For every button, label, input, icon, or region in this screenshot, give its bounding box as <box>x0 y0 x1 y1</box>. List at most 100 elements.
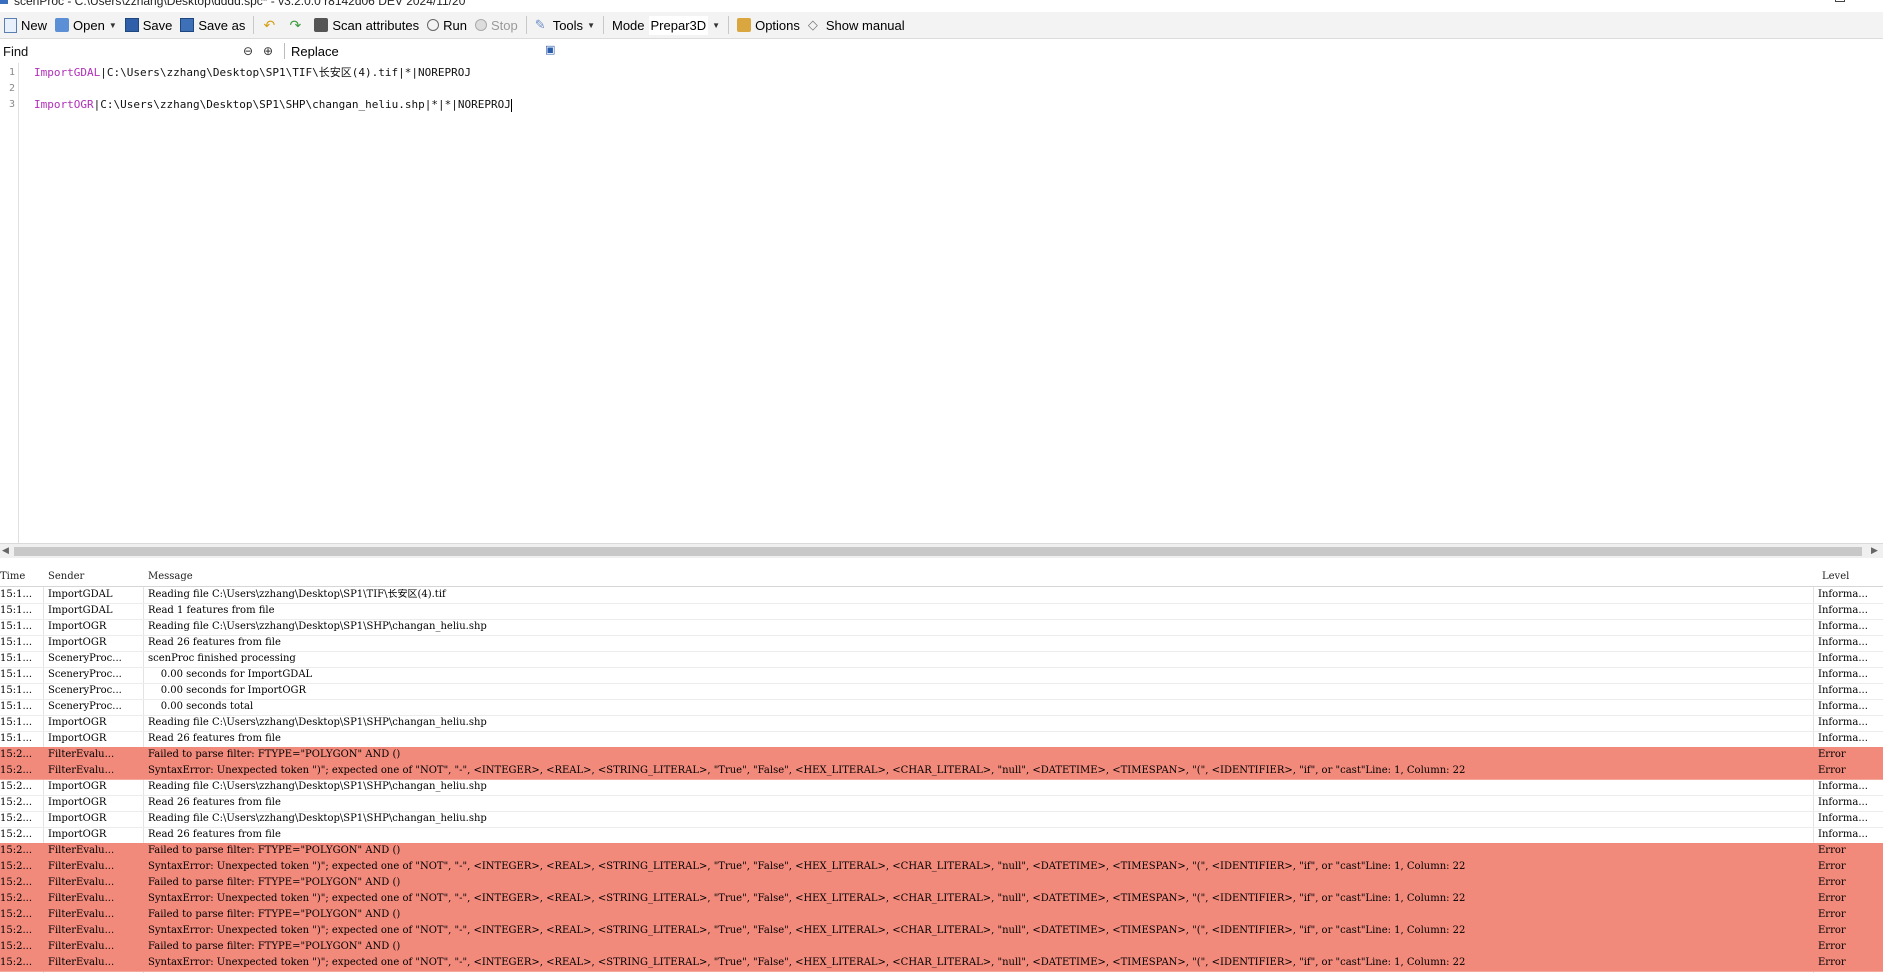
log-time-cell: 15:2... <box>0 877 32 888</box>
find-next-icon[interactable]: ⊕ <box>261 44 275 58</box>
find-options-icon[interactable]: ▣ <box>545 43 559 57</box>
log-time-cell: 15:2... <box>0 957 32 968</box>
log-row[interactable]: 15:2... FilterEvalu... Failed to parse fil… <box>0 907 1883 924</box>
log-row[interactable]: 15:2... FilterEvalu... SyntaxError: Unexpe… <box>0 923 1883 940</box>
column-header-time[interactable]: Time <box>0 571 25 582</box>
log-header: Time Sender Message Level <box>0 568 1883 587</box>
maximize-icon[interactable] <box>1835 0 1845 2</box>
open-button[interactable]: Open ▼ <box>51 14 121 36</box>
log-time-cell: 15:2... <box>0 797 32 808</box>
log-message-cell: Read 26 features from file <box>148 829 281 840</box>
log-row[interactable]: 15:2... FilterEvalu... SyntaxError: Unexpe… <box>0 891 1883 908</box>
scrollbar-thumb[interactable] <box>14 547 1862 556</box>
log-time-cell: 15:2... <box>0 765 32 776</box>
log-sender-cell: ImportOGR <box>48 637 107 648</box>
open-folder-icon <box>55 18 70 32</box>
run-label: Run <box>443 17 467 33</box>
mode-value[interactable]: Prepar3D <box>648 15 709 35</box>
log-row[interactable]: 15:2... FilterEvalu... Failed to parse fil… <box>0 939 1883 956</box>
log-row[interactable]: 15:1... ImportGDAL Read 1 features from fi… <box>0 603 1883 620</box>
log-message-cell: SyntaxError: Unexpected token ")"; expec… <box>148 861 1466 872</box>
log-time-cell: 15:2... <box>0 941 32 952</box>
log-row[interactable]: 15:2... FilterEvalu... Failed to parse fil… <box>0 747 1883 764</box>
log-row[interactable]: 15:1... SceneryProc... 0.00 seconds total… <box>0 699 1883 716</box>
code-line[interactable]: ImportOGR|C:\Users\zzhang\Desktop\SP1\SH… <box>34 97 512 113</box>
scroll-right-icon[interactable]: ▶ <box>1871 545 1878 556</box>
log-sender-cell: FilterEvalu... <box>48 893 115 904</box>
pane-splitter[interactable] <box>0 558 1883 568</box>
log-message-cell: Failed to parse filter: FTYPE="POLYGON" … <box>148 845 401 856</box>
editor-horizontal-scrollbar[interactable]: ◀ ▶ <box>0 543 1883 559</box>
mode-dropdown-icon[interactable]: ▼ <box>712 21 720 30</box>
redo-button[interactable]: ↷ <box>284 14 310 36</box>
undo-button[interactable]: ↶ <box>258 14 284 36</box>
log-message-cell: 0.00 seconds for ImportOGR <box>148 685 307 696</box>
options-button[interactable]: Options <box>733 14 804 36</box>
stop-button[interactable]: Stop <box>471 14 522 36</box>
run-button[interactable]: Run <box>423 14 471 36</box>
log-level-cell: Informa... <box>1818 701 1868 712</box>
find-input[interactable] <box>0 41 238 61</box>
log-row[interactable]: 15:2... ImportOGR Reading file C:\Users\zz… <box>0 779 1883 796</box>
log-level-cell: Informa... <box>1818 797 1868 808</box>
open-label: Open <box>73 17 105 33</box>
log-row[interactable]: 15:2... FilterEvalu... SyntaxError: Unexpe… <box>0 763 1883 780</box>
log-row[interactable]: 15:2... FilterEvalu... SyntaxError: Unexpe… <box>0 859 1883 876</box>
open-dropdown-icon[interactable]: ▼ <box>109 21 117 30</box>
column-header-level[interactable]: Level <box>1822 571 1849 582</box>
log-sender-cell: ImportGDAL <box>48 589 113 600</box>
undo-icon: ↶ <box>263 17 276 33</box>
log-row[interactable]: 15:1... SceneryProc... scenProc finished p… <box>0 651 1883 668</box>
log-time-cell: 15:1... <box>0 637 32 648</box>
log-row[interactable]: 15:2... ImportOGR Read 26 features from fi… <box>0 795 1883 812</box>
log-row[interactable]: 15:1... SceneryProc... 0.00 seconds for I… <box>0 667 1883 684</box>
find-previous-icon[interactable]: ⊖ <box>241 44 255 58</box>
scan-attributes-button[interactable]: Scan attributes <box>310 14 423 36</box>
log-row[interactable]: 15:2... FilterEvalu... Failed to parse fil… <box>0 875 1883 892</box>
log-message-cell: Read 1 features from file <box>148 605 275 616</box>
log-row[interactable]: 15:1... ImportOGR Read 26 features from fi… <box>0 635 1883 652</box>
log-level-cell: Informa... <box>1818 621 1868 632</box>
code-line[interactable]: ImportGDAL|C:\Users\zzhang\Desktop\SP1\T… <box>34 65 471 81</box>
replace-button[interactable]: Replace <box>291 44 339 59</box>
toolbar-separator <box>253 16 255 34</box>
save-as-button[interactable]: Save as <box>176 14 249 36</box>
log-sender-cell: ImportOGR <box>48 797 107 808</box>
log-level-cell: Error <box>1818 925 1846 936</box>
column-header-message[interactable]: Message <box>148 571 193 582</box>
mode-selector[interactable]: Mode Prepar3D ▼ <box>608 14 724 36</box>
log-row[interactable]: 15:2... ImportOGR Read 26 features from fi… <box>0 827 1883 844</box>
log-row[interactable]: 15:1... ImportOGR Read 26 features from fi… <box>0 731 1883 748</box>
log-row[interactable]: 15:1... ImportGDAL Reading file C:\Users\z… <box>0 587 1883 604</box>
scan-icon <box>314 18 329 32</box>
new-button[interactable]: New <box>0 14 51 36</box>
log-row[interactable]: 15:2... ImportOGR Reading file C:\Users\zz… <box>0 811 1883 828</box>
log-time-cell: 15:2... <box>0 909 32 920</box>
line-number: 2 <box>8 83 15 94</box>
log-level-cell: Error <box>1818 877 1846 888</box>
log-row[interactable]: 15:2... FilterEvalu... Failed to parse fil… <box>0 843 1883 860</box>
script-editor[interactable]: 1 2 3 ImportGDAL|C:\Users\zzhang\Desktop… <box>0 63 1883 543</box>
show-manual-button[interactable]: ◇ Show manual <box>804 14 909 36</box>
log-row[interactable]: 15:1... ImportOGR Reading file C:\Users\zz… <box>0 619 1883 636</box>
log-level-cell: Informa... <box>1818 637 1868 648</box>
log-row[interactable]: 15:1... ImportOGR Reading file C:\Users\zz… <box>0 715 1883 732</box>
manual-icon: ◇ <box>807 17 818 32</box>
code-args: |C:\Users\zzhang\Desktop\SP1\SHP\changan… <box>93 98 511 111</box>
log-message-cell: Reading file C:\Users\zzhang\Desktop\SP1… <box>148 589 446 600</box>
log-time-cell: 15:2... <box>0 749 32 760</box>
window-title: scenProc - C:\Users\zzhang\Desktop\dddd.… <box>14 0 466 8</box>
scroll-left-icon[interactable]: ◀ <box>2 545 9 556</box>
log-row[interactable]: 15:1... SceneryProc... 0.00 seconds for I… <box>0 683 1883 700</box>
log-sender-cell: SceneryProc... <box>48 701 122 712</box>
log-row[interactable]: 15:2... FilterEvalu... SyntaxError: Unexpe… <box>0 955 1883 972</box>
log-message-cell: SyntaxError: Unexpected token ")"; expec… <box>148 925 1466 936</box>
save-button[interactable]: Save <box>121 14 177 36</box>
run-icon <box>427 19 440 31</box>
log-sender-cell: ImportGDAL <box>48 605 113 616</box>
text-caret <box>510 98 512 112</box>
log-sender-cell: SceneryProc... <box>48 653 122 664</box>
tools-dropdown[interactable]: ✎ Tools ▼ <box>531 14 599 36</box>
window-title-bar: scenProc - C:\Users\zzhang\Desktop\dddd.… <box>0 0 1883 8</box>
column-header-sender[interactable]: Sender <box>48 571 84 582</box>
